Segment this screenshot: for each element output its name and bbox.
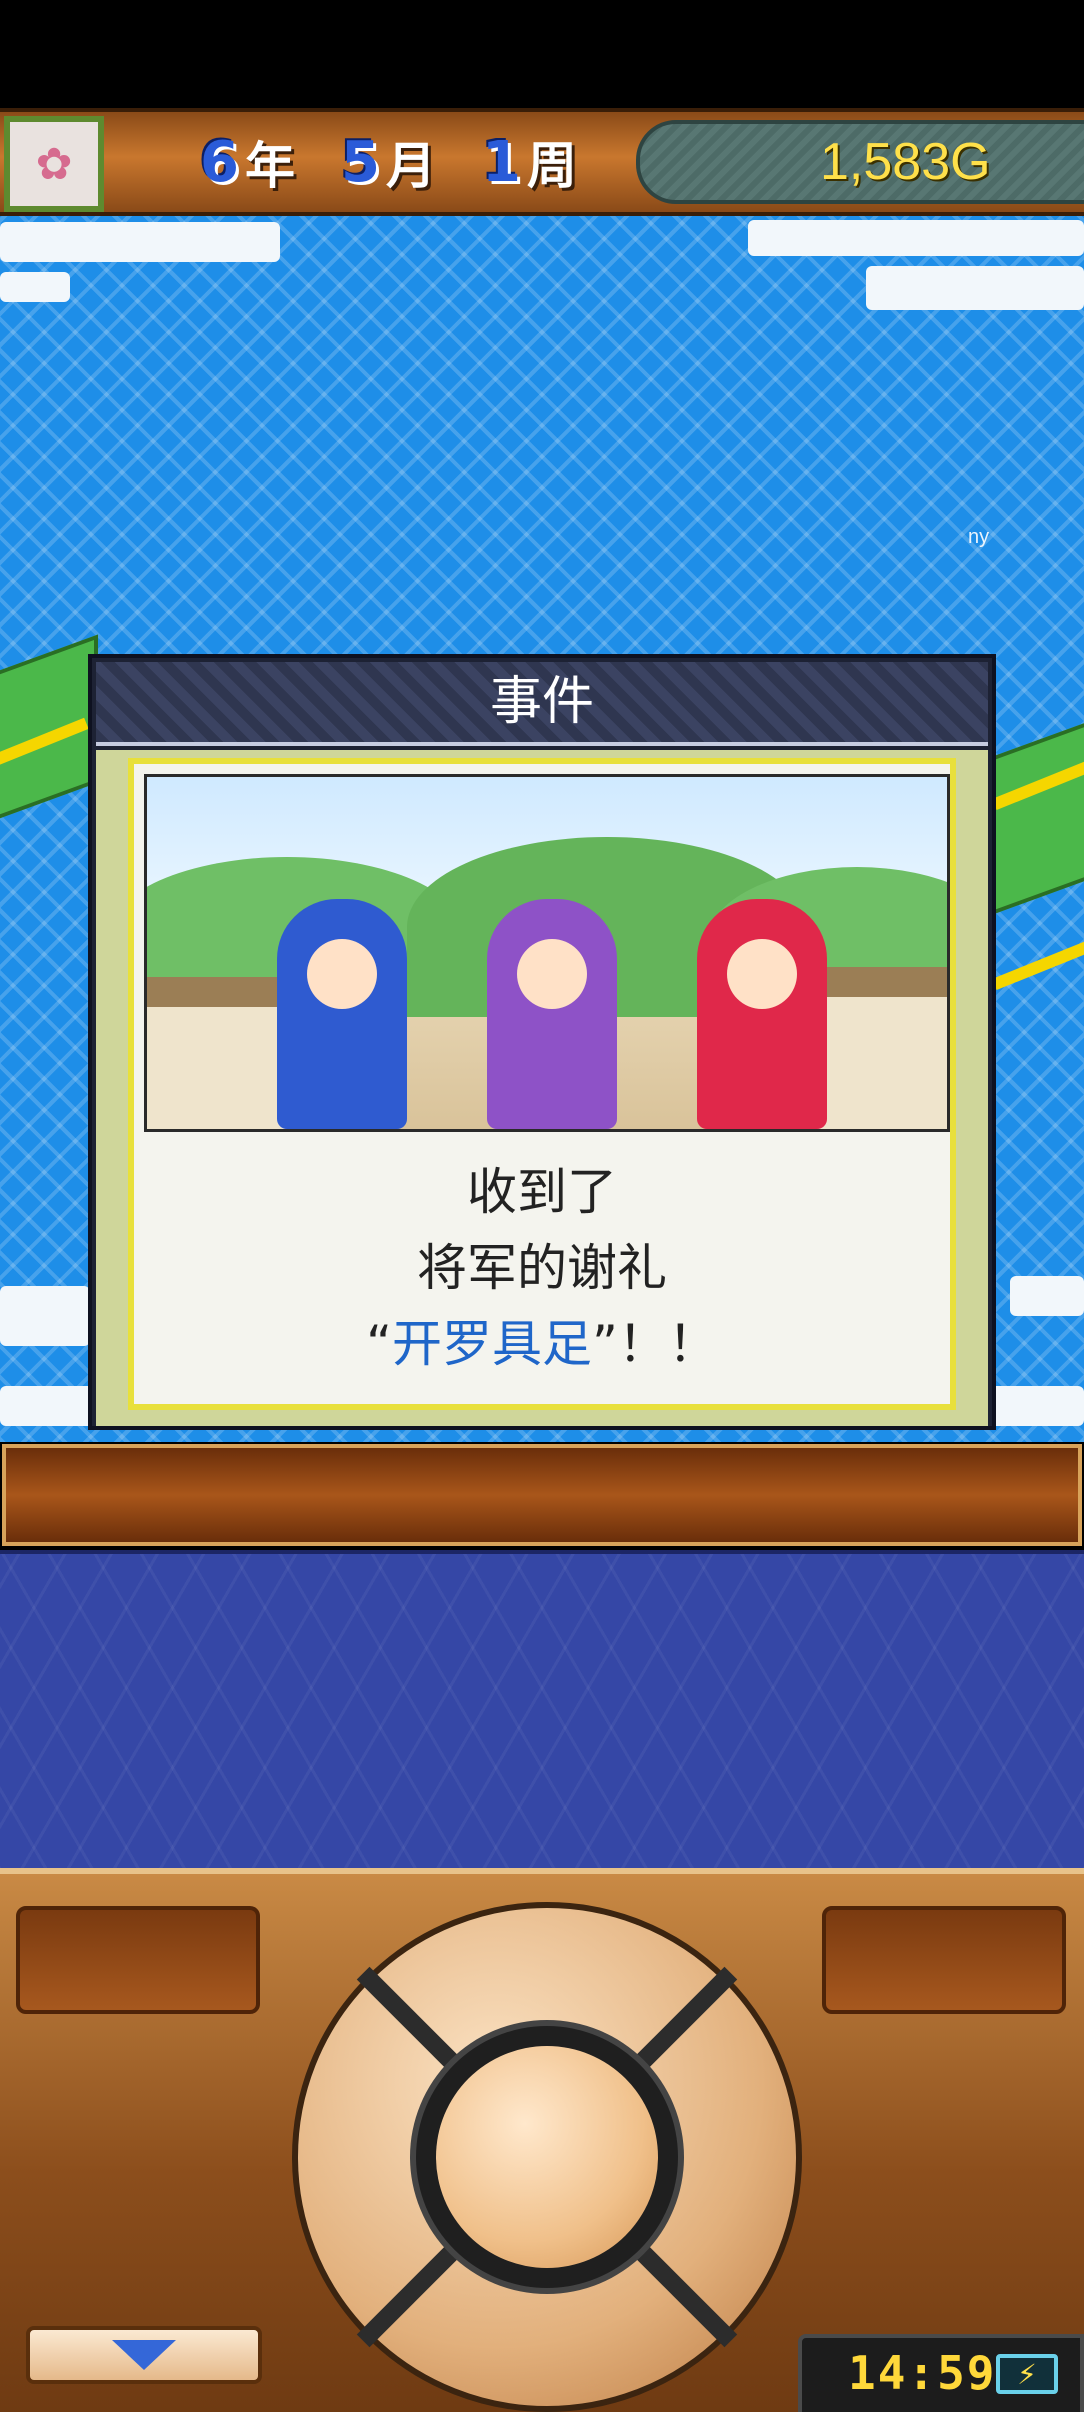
message-line-3: “开罗具足”！！ [134, 1306, 950, 1382]
watermark: ny [968, 526, 990, 548]
dialog-body: 收到了 将军的谢礼 “开罗具足”！！ [96, 750, 988, 1426]
event-message: 收到了 将军的谢礼 “开罗具足”！！ [134, 1154, 950, 1382]
gold-amount: 1,583G [820, 133, 991, 191]
event-dialog[interactable]: 事件 收到了 将军的谢礼 “开罗具足”！！ [88, 654, 996, 1430]
dpad-icon[interactable] [292, 1902, 802, 2412]
ninja-red [697, 899, 827, 1129]
ninja-purple [487, 899, 617, 1129]
gold-panel: 1,583G [636, 120, 1084, 204]
dpad-center-ring [416, 2026, 678, 2288]
cloud [0, 1286, 90, 1346]
dialog-content: 收到了 将军的谢礼 “开罗具足”！！ [128, 758, 956, 1410]
item-name: 开罗具足 [392, 1315, 592, 1373]
battery-charging-icon: ⚡ [996, 2354, 1058, 2394]
left-shoulder-button[interactable] [16, 1906, 260, 2014]
status-bar [0, 0, 1084, 108]
message-line-1: 收到了 [467, 1163, 617, 1221]
chevron-down-icon [112, 2340, 176, 2370]
year-value: 6 [200, 129, 239, 195]
island [990, 714, 1084, 916]
week-value: 1 [481, 129, 521, 195]
week-unit: 周 [526, 137, 577, 195]
right-shoulder-button[interactable] [822, 1906, 1066, 2014]
cloud [748, 220, 1084, 256]
year-unit: 年 [244, 137, 295, 195]
clock: 14:59 [848, 2346, 997, 2400]
month-value: 5 [340, 129, 380, 195]
dpad-center-button[interactable] [436, 2046, 658, 2268]
menu-panel [0, 1550, 1084, 1872]
info-bar [2, 1444, 1082, 1546]
open-quote: “ [366, 1315, 392, 1373]
month-unit: 月 [385, 137, 436, 195]
cloud [1010, 1276, 1084, 1316]
event-illustration [144, 774, 950, 1132]
dialog-title: 事件 [96, 662, 988, 746]
collapse-button[interactable] [26, 2326, 262, 2384]
message-line-2: 将军的谢礼 [417, 1239, 667, 1297]
controller-area: 14:59 ⚡ [0, 1868, 1084, 2412]
cloud [0, 272, 70, 302]
game-screen: ✿ 6 年 5 月 1 周 1,583G ny 事件 收到了 将军的谢礼 “开罗… [0, 0, 1084, 2412]
cherry-blossom-icon: ✿ [35, 138, 73, 190]
top-header: ✿ 6 年 5 月 1 周 1,583G [0, 108, 1084, 216]
avatar[interactable]: ✿ [4, 116, 104, 212]
cloud [866, 266, 1084, 310]
road [992, 933, 1084, 991]
ninja-blue [277, 899, 407, 1129]
cloud [0, 222, 280, 262]
close-quote: ”！！ [592, 1315, 718, 1373]
clock-panel: 14:59 ⚡ [798, 2334, 1084, 2412]
date-display: 6 年 5 月 1 周 [200, 122, 577, 202]
